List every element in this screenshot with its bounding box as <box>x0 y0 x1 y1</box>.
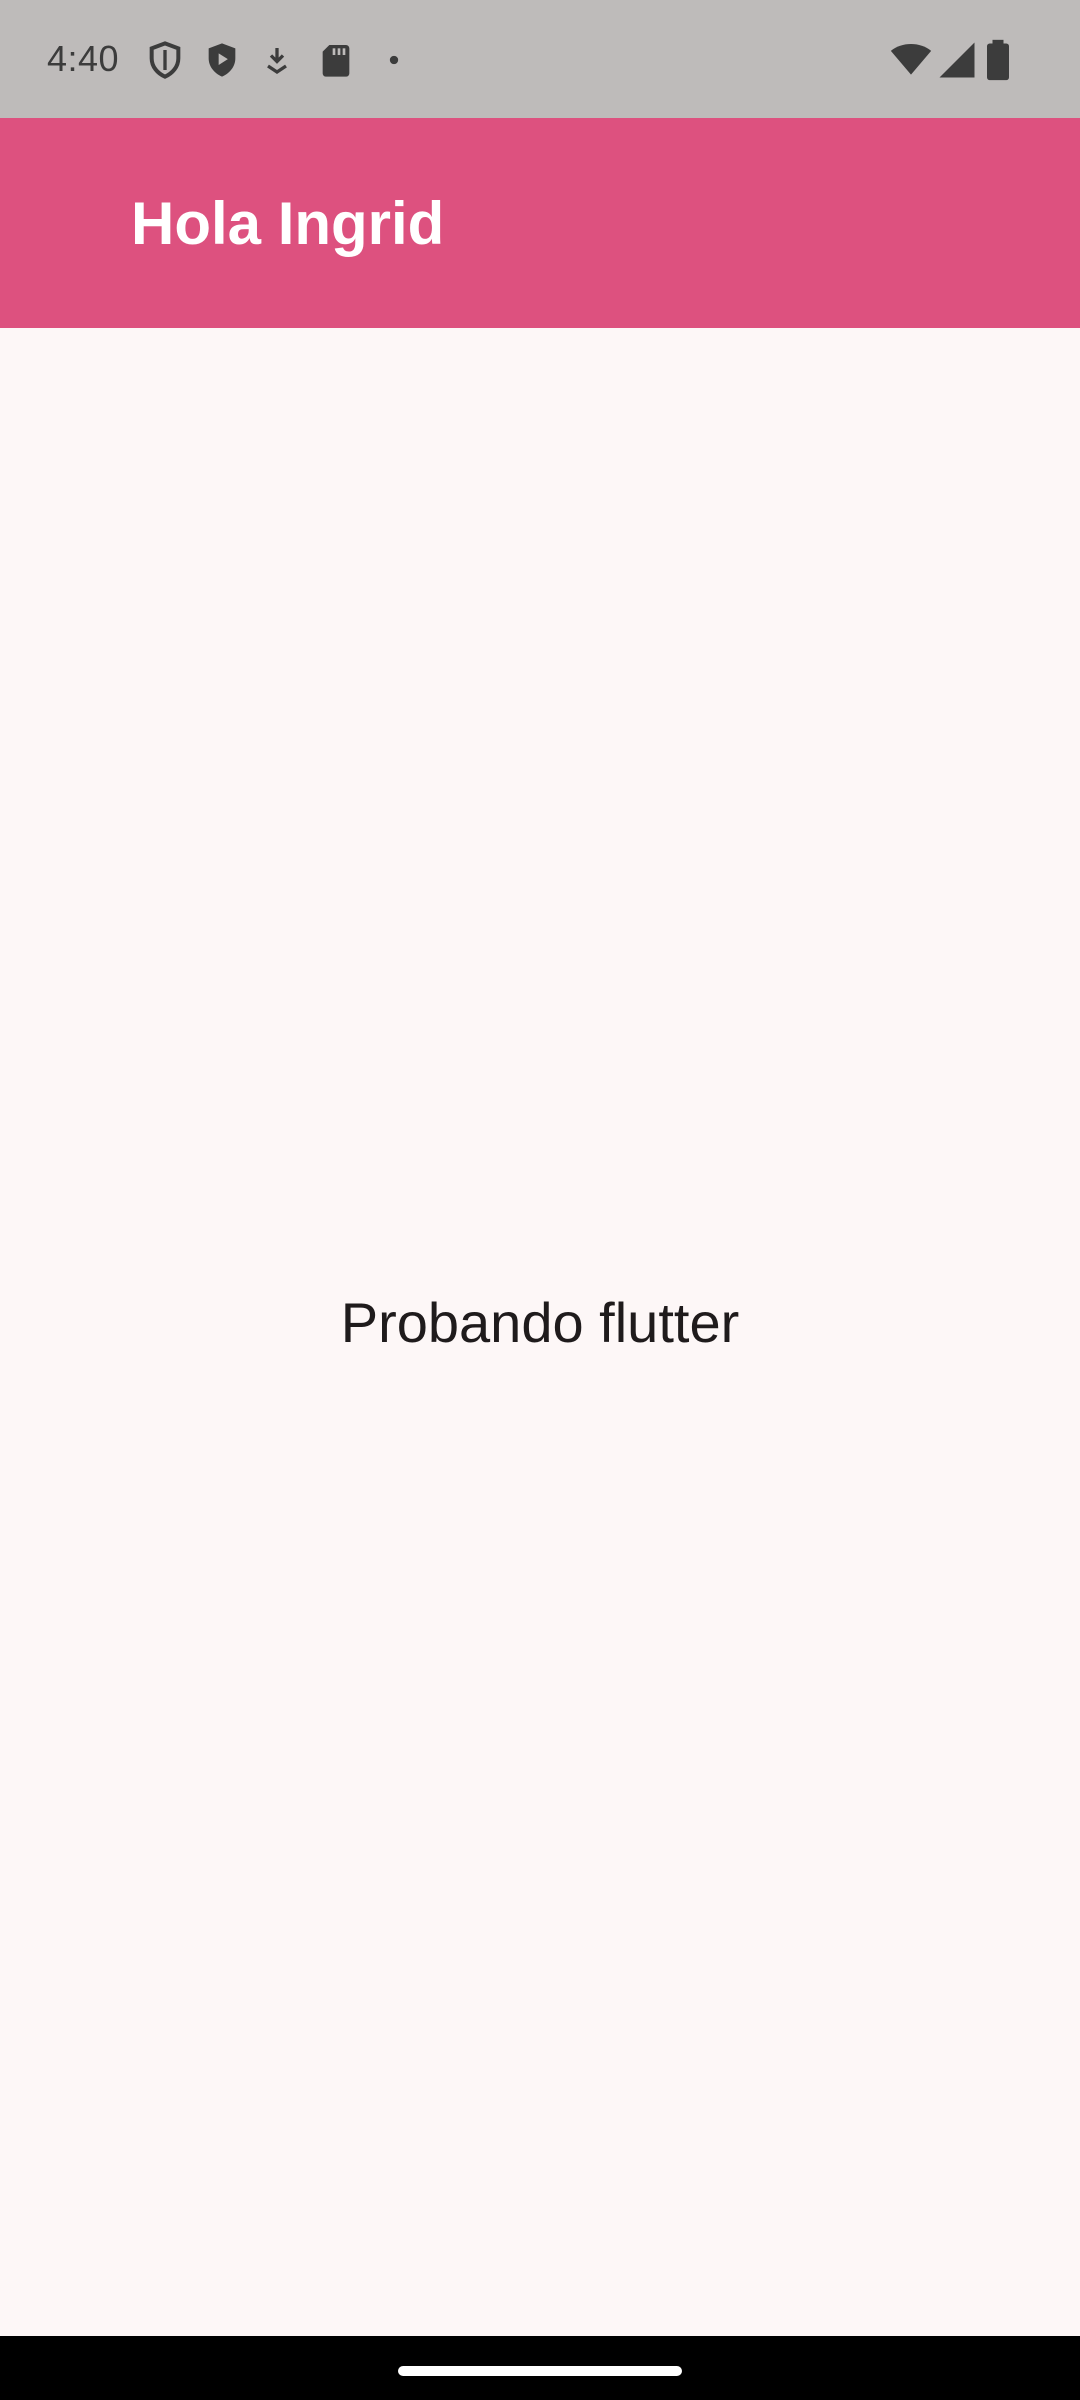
wifi-icon <box>888 38 934 82</box>
status-time: 4:40 <box>47 38 120 79</box>
battery-icon <box>983 38 1013 82</box>
home-gesture-handle[interactable] <box>398 2366 682 2376</box>
download-arrow-icon <box>259 38 295 82</box>
play-shield-icon <box>202 38 242 82</box>
status-bar: 4:40 <box>0 0 1080 118</box>
dot-icon <box>384 38 404 82</box>
cell-signal-icon <box>936 38 978 82</box>
sd-card-icon <box>316 38 356 82</box>
phone-screen: 4:40 Hola Ingrid Probando flutter <box>0 0 1080 2400</box>
app-bar-title: Hola Ingrid <box>131 190 445 257</box>
shield-outline-icon <box>145 38 185 82</box>
navigation-bar <box>0 2336 1080 2400</box>
body-text: Probando flutter <box>340 1291 740 1354</box>
main-content: Probando flutter <box>0 328 1080 2336</box>
app-bar: Hola Ingrid <box>0 118 1080 328</box>
